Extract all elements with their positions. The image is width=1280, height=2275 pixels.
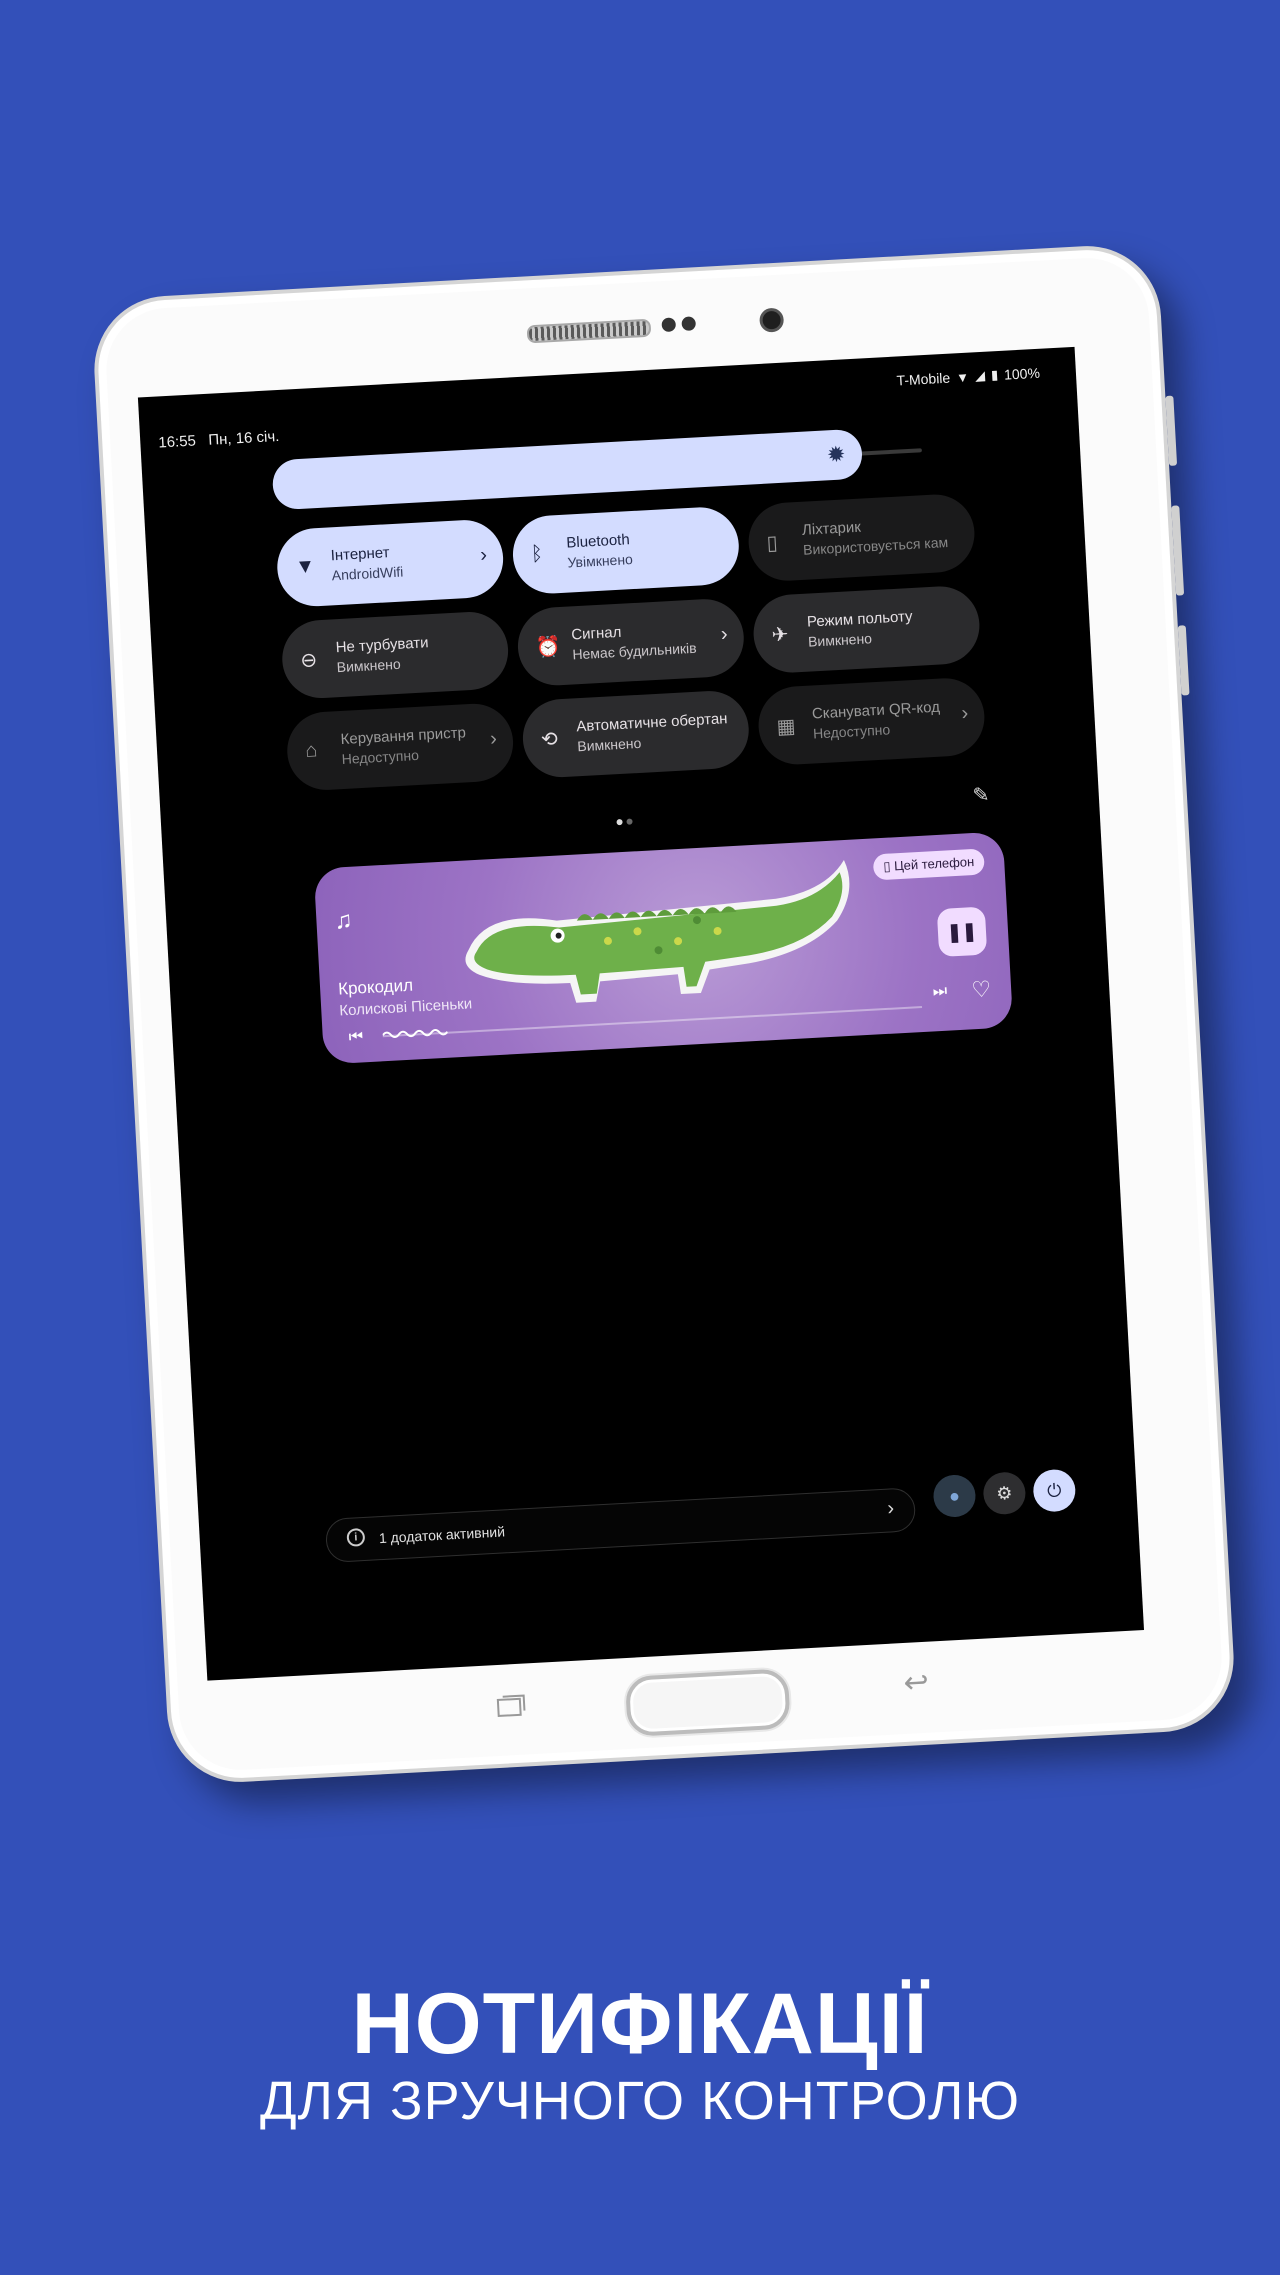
track-title: Крокодил [337, 975, 414, 999]
brightness-slider[interactable]: ✹ [271, 428, 922, 511]
user-button[interactable]: ● [932, 1473, 977, 1519]
brightness-icon: ✹ [826, 441, 847, 468]
battery-text: 100% [1003, 364, 1041, 383]
heart-icon[interactable]: ♡ [971, 976, 992, 1003]
brightness-fill [271, 428, 864, 511]
tile-alarm[interactable]: ⏰ Сигнал Немає будильників › [515, 597, 746, 688]
gear-icon: ⚙ [995, 1482, 1014, 1504]
volume-button [1165, 395, 1178, 466]
previous-track-icon[interactable]: ⏮ [348, 1028, 363, 1047]
settings-button[interactable]: ⚙ [982, 1471, 1027, 1516]
chevron-right-icon: › [479, 543, 488, 567]
tile-home[interactable]: ⌂ Керування пристр Недоступно › [285, 701, 516, 792]
signal-icon: ◢ [974, 367, 986, 384]
sensor [661, 317, 677, 333]
battery-icon: ▮ [990, 367, 999, 383]
tile-wifi[interactable]: ▼ Інтернет AndroidWifi › [275, 518, 506, 609]
airplane-icon: ✈ [771, 623, 790, 647]
power-button-hardware [1171, 505, 1185, 596]
next-track-icon[interactable]: ⏭ [932, 983, 947, 1002]
tablet-device: 16:55 Пн, 16 січ. T-Mobile ▼ ◢ ▮ 100% ✹ … [90, 242, 1238, 1786]
music-note-icon: ♫ [333, 906, 354, 935]
carrier-text: T-Mobile [896, 369, 951, 389]
power-icon: ⏻ [1046, 1480, 1062, 1501]
quick-settings-grid: ▼ Інтернет AndroidWifi › ᛒ Bluetooth Увімкнено… [275, 492, 988, 792]
chevron-right-icon: › [886, 1497, 895, 1520]
headline: НОТИФІКАЦІЇ [351, 1976, 929, 2072]
flashlight-icon: ▯ [766, 532, 779, 555]
front-camera [759, 307, 785, 333]
edit-icon[interactable]: ✎ [972, 782, 990, 808]
info-icon: i [346, 1527, 366, 1547]
output-device-label: Цей телефон [893, 854, 975, 874]
chevron-right-icon: › [489, 727, 498, 750]
user-icon: ● [948, 1485, 961, 1507]
home-icon: ⌂ [304, 739, 318, 762]
sensor [681, 316, 697, 332]
page-dot [616, 818, 623, 826]
status-clock: 16:55 Пн, 16 січ. [158, 428, 280, 452]
date-text: Пн, 16 січ. [207, 427, 280, 449]
seek-progress-wave [382, 1028, 448, 1039]
chevron-right-icon: › [960, 702, 969, 725]
side-button [1177, 625, 1190, 696]
tile-bluetooth[interactable]: ᛒ Bluetooth Увімкнено [510, 505, 741, 596]
rotate-icon: ⟲ [540, 728, 559, 752]
wifi-status-icon: ▼ [955, 369, 970, 385]
earpiece-speaker [526, 318, 652, 344]
power-button[interactable]: ⏻ [1032, 1468, 1077, 1513]
recent-apps-icon[interactable] [495, 1690, 527, 1722]
pause-button[interactable]: ❚❚ [936, 906, 988, 958]
qr-icon: ▦ [776, 715, 797, 739]
output-device-chip[interactable]: ▯ Цей телефон [872, 848, 985, 881]
page-indicator [616, 818, 633, 826]
wifi-icon: ▼ [294, 555, 316, 579]
page-dot [626, 818, 633, 825]
bluetooth-icon: ᛒ [530, 542, 544, 566]
tile-qr[interactable]: ▦ Сканувати QR-код Недоступно › [756, 676, 987, 767]
media-player[interactable]: ♫ ▯ Цей телефон Крокодил Колискові Пісен… [313, 831, 1014, 1065]
tile-airplane[interactable]: ✈ Режим польоту Вимкнено [751, 584, 982, 675]
subheadline: ДЛЯ ЗРУЧНОГО КОНТРОЛЮ [259, 2071, 1021, 2131]
chevron-right-icon: › [720, 623, 729, 646]
tile-rotate[interactable]: ⟲ Автоматичне обертан Вимкнено [520, 689, 751, 780]
active-apps-text: 1 додаток активний [378, 1523, 506, 1547]
screen: 16:55 Пн, 16 січ. T-Mobile ▼ ◢ ▮ 100% ✹ … [137, 346, 1145, 1681]
tile-dnd[interactable]: ⊖ Не турбувати Вимкнено [280, 609, 511, 701]
active-apps-bar[interactable]: i 1 додаток активний › [324, 1487, 917, 1564]
alarm-icon: ⏰ [535, 636, 562, 660]
status-bar-right: T-Mobile ▼ ◢ ▮ 100% [896, 365, 1040, 389]
crocodile-artwork [465, 860, 850, 1003]
home-button[interactable] [624, 1668, 791, 1738]
dnd-icon: ⊖ [299, 649, 318, 673]
tile-flashlight[interactable]: ▯ Ліхтарик Використовується кам [746, 492, 977, 583]
back-icon[interactable]: ↩ [903, 1665, 930, 1701]
time-text: 16:55 [157, 432, 197, 452]
